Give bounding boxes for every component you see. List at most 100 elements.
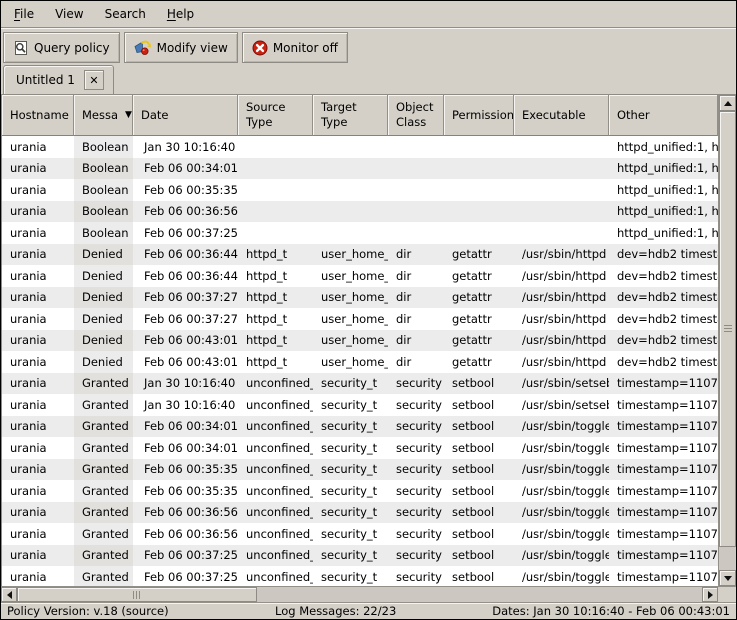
cell-src: unconfined_ bbox=[238, 566, 313, 586]
column-header-date[interactable]: Date bbox=[133, 95, 238, 136]
cell-src: httpd_t bbox=[238, 287, 313, 309]
cell-date: Feb 06 00:36:56 bbox=[133, 201, 238, 223]
table-row[interactable]: uraniaGrantedFeb 06 00:36:56unconfined_s… bbox=[2, 523, 718, 545]
cell-other: httpd_unified:1, h bbox=[609, 136, 718, 158]
cell-perm: setbool bbox=[444, 394, 514, 416]
table-row[interactable]: uraniaGrantedFeb 06 00:34:01unconfined_s… bbox=[2, 416, 718, 438]
cell-date: Feb 06 00:37:27 bbox=[133, 287, 238, 309]
menu-file[interactable]: File bbox=[5, 3, 43, 25]
table-row[interactable]: uraniaBooleanFeb 06 00:35:35httpd_unifie… bbox=[2, 179, 718, 201]
table-row[interactable]: uraniaGrantedJan 30 10:16:40unconfined_s… bbox=[2, 373, 718, 395]
table-row[interactable]: uraniaGrantedFeb 06 00:35:35unconfined_s… bbox=[2, 480, 718, 502]
table-row[interactable]: uraniaDeniedFeb 06 00:43:01httpd_tuser_h… bbox=[2, 351, 718, 373]
cell-date: Feb 06 00:35:35 bbox=[133, 179, 238, 201]
query-policy-button[interactable]: Query policy bbox=[3, 32, 120, 63]
cell-other: timestamp=11071 bbox=[609, 373, 718, 395]
table-row[interactable]: uraniaDeniedFeb 06 00:37:27httpd_tuser_h… bbox=[2, 308, 718, 330]
modify-view-button[interactable]: Modify view bbox=[124, 32, 238, 63]
table-row[interactable]: uraniaDeniedFeb 06 00:37:27httpd_tuser_h… bbox=[2, 287, 718, 309]
cell-other: timestamp=11071 bbox=[609, 394, 718, 416]
tab-close-button[interactable]: ✕ bbox=[84, 70, 104, 90]
column-header-src[interactable]: Source Type bbox=[238, 95, 313, 136]
cell-msg: Boolean bbox=[74, 201, 133, 223]
cell-src: unconfined_ bbox=[238, 545, 313, 567]
cell-src: unconfined_ bbox=[238, 437, 313, 459]
cell-tgt: security_t bbox=[313, 394, 388, 416]
column-header-perm[interactable]: Permission bbox=[444, 95, 514, 136]
cell-cls bbox=[388, 158, 444, 180]
cell-exe: /usr/sbin/setseb bbox=[514, 373, 609, 395]
cell-perm bbox=[444, 158, 514, 180]
cell-cls: security bbox=[388, 523, 444, 545]
cell-cls bbox=[388, 222, 444, 244]
monitor-off-button[interactable]: Monitor off bbox=[242, 32, 348, 63]
cell-cls: dir bbox=[388, 287, 444, 309]
table-row[interactable]: uraniaGrantedFeb 06 00:34:01unconfined_s… bbox=[2, 437, 718, 459]
cell-date: Feb 06 00:34:01 bbox=[133, 158, 238, 180]
menu-help-label: H bbox=[167, 7, 176, 21]
cell-msg: Denied bbox=[74, 308, 133, 330]
column-header-cls[interactable]: Object Class bbox=[388, 95, 444, 136]
cell-cls bbox=[388, 179, 444, 201]
cell-other: dev=hdb2 timesta bbox=[609, 330, 718, 352]
cell-cls bbox=[388, 136, 444, 158]
scroll-down-button[interactable] bbox=[719, 570, 736, 586]
cell-msg: Granted bbox=[74, 545, 133, 567]
cell-msg: Granted bbox=[74, 394, 133, 416]
table-row[interactable]: uraniaBooleanJan 30 10:16:40httpd_unifie… bbox=[2, 136, 718, 158]
column-header-other[interactable]: Other bbox=[609, 95, 718, 136]
table-row[interactable]: uraniaDeniedFeb 06 00:36:44httpd_tuser_h… bbox=[2, 244, 718, 266]
vertical-scrollbar-track[interactable] bbox=[719, 111, 736, 570]
cell-msg: Denied bbox=[74, 351, 133, 373]
column-header-exe[interactable]: Executable bbox=[514, 95, 609, 136]
table-row[interactable]: uraniaGrantedFeb 06 00:36:56unconfined_s… bbox=[2, 502, 718, 524]
cell-host: urania bbox=[2, 566, 74, 586]
table-row[interactable]: uraniaBooleanFeb 06 00:34:01httpd_unifie… bbox=[2, 158, 718, 180]
table-row[interactable]: uraniaGrantedJan 30 10:16:40unconfined_s… bbox=[2, 394, 718, 416]
scroll-right-button[interactable] bbox=[702, 587, 718, 602]
column-header-msg[interactable]: Messa▼ bbox=[74, 95, 133, 136]
scroll-left-button[interactable] bbox=[1, 587, 17, 602]
table-row[interactable]: uraniaBooleanFeb 06 00:37:25httpd_unifie… bbox=[2, 222, 718, 244]
table-header: HostnameMessa▼DateSource TypeTarget Type… bbox=[2, 95, 718, 136]
cell-tgt bbox=[313, 136, 388, 158]
vertical-scrollbar[interactable] bbox=[718, 95, 736, 586]
cell-perm: setbool bbox=[444, 373, 514, 395]
table-row[interactable]: uraniaDeniedFeb 06 00:43:01httpd_tuser_h… bbox=[2, 330, 718, 352]
cell-host: urania bbox=[2, 480, 74, 502]
menu-search[interactable]: Search bbox=[96, 3, 155, 25]
cell-perm bbox=[444, 201, 514, 223]
table-body: uraniaBooleanJan 30 10:16:40httpd_unifie… bbox=[2, 136, 718, 586]
cell-cls: dir bbox=[388, 244, 444, 266]
cell-tgt: security_t bbox=[313, 437, 388, 459]
arrow-up-icon bbox=[724, 101, 732, 106]
horizontal-scrollbar-track[interactable] bbox=[17, 587, 702, 602]
cell-tgt: user_home_ bbox=[313, 308, 388, 330]
cell-perm: setbool bbox=[444, 566, 514, 586]
scroll-up-button[interactable] bbox=[719, 95, 736, 111]
log-messages-status: Log Messages: 22/23 bbox=[226, 604, 445, 618]
table-row[interactable]: uraniaDeniedFeb 06 00:36:44httpd_tuser_h… bbox=[2, 265, 718, 287]
tab-untitled-1[interactable]: Untitled 1 ✕ bbox=[3, 65, 114, 94]
table-row[interactable]: uraniaBooleanFeb 06 00:36:56httpd_unifie… bbox=[2, 201, 718, 223]
menu-help[interactable]: Help bbox=[158, 3, 203, 25]
cell-msg: Denied bbox=[74, 287, 133, 309]
cell-perm: getattr bbox=[444, 265, 514, 287]
table-row[interactable]: uraniaGrantedFeb 06 00:37:25unconfined_s… bbox=[2, 566, 718, 586]
vertical-scrollbar-thumb[interactable] bbox=[719, 111, 736, 547]
column-header-host[interactable]: Hostname bbox=[2, 95, 74, 136]
menu-view[interactable]: View bbox=[46, 3, 92, 25]
table-row[interactable]: uraniaGrantedFeb 06 00:35:35unconfined_s… bbox=[2, 459, 718, 481]
cell-host: urania bbox=[2, 179, 74, 201]
column-header-tgt[interactable]: Target Type bbox=[313, 95, 388, 136]
cell-msg: Denied bbox=[74, 244, 133, 266]
cell-other: timestamp=11076 bbox=[609, 437, 718, 459]
table-row[interactable]: uraniaGrantedFeb 06 00:37:25unconfined_s… bbox=[2, 545, 718, 567]
scrollbar-grip-icon bbox=[133, 591, 141, 599]
cell-date: Feb 06 00:37:25 bbox=[133, 566, 238, 586]
horizontal-scrollbar-thumb[interactable] bbox=[17, 587, 257, 602]
cell-src: unconfined_ bbox=[238, 459, 313, 481]
horizontal-scrollbar[interactable] bbox=[1, 586, 736, 602]
column-header-label: Messa bbox=[82, 108, 118, 123]
column-header-label: Other bbox=[617, 108, 650, 123]
